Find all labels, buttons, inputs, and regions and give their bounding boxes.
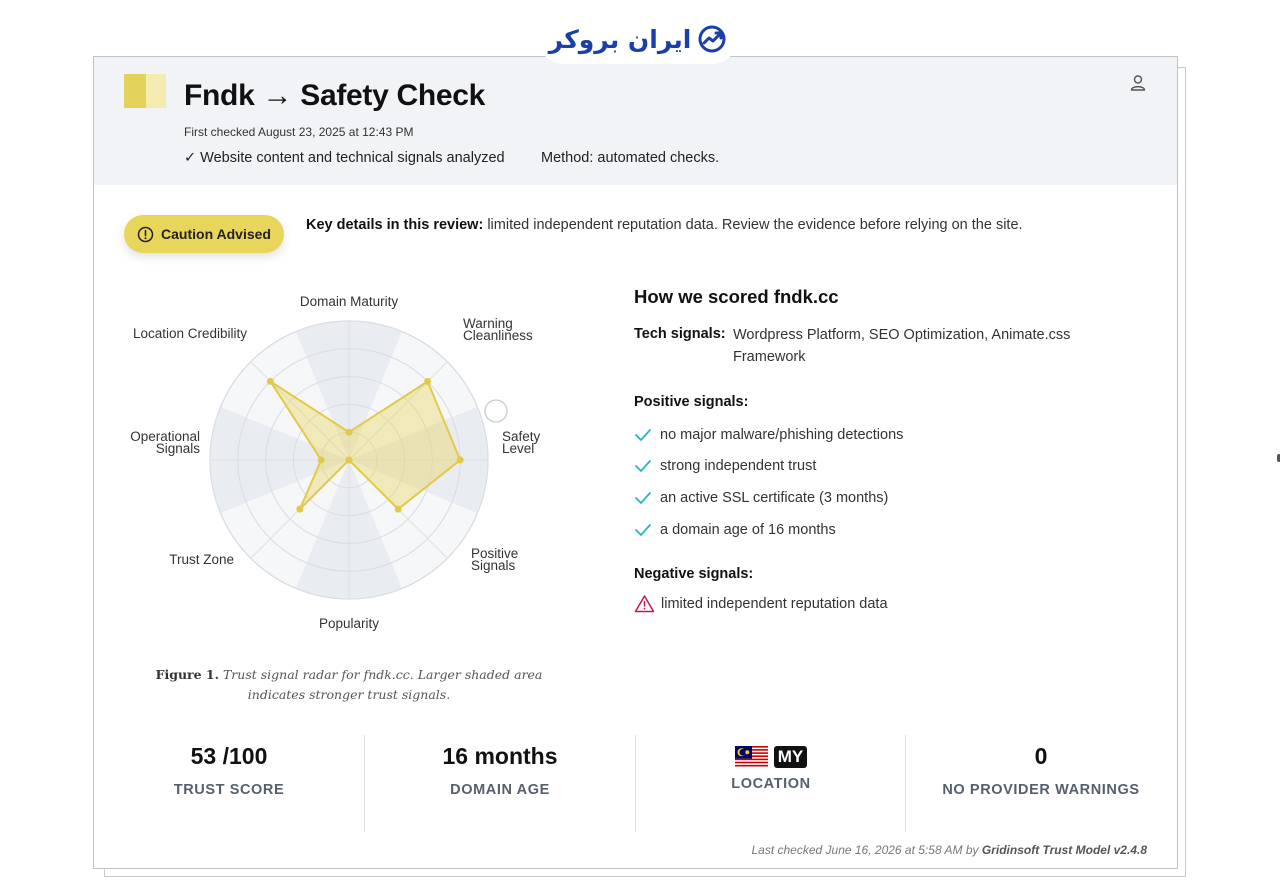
trust-score-value: 53 /100	[190, 743, 268, 769]
list-item: no major malware/phishing detections	[634, 419, 903, 451]
radar-point	[266, 377, 274, 385]
figure-caption: Figure 1. Trust signal radar for fndk.cc…	[134, 665, 564, 705]
radar-point	[345, 456, 353, 464]
radar-point	[296, 505, 304, 513]
trust-radar-chart: Domain Maturity Warning Cleanliness Safety L…	[130, 294, 541, 631]
positive-signal-text: no major malware/phishing detections	[660, 426, 904, 443]
malaysia-flag-icon	[734, 746, 768, 768]
stat-location: MY LOCATION	[636, 735, 906, 832]
list-item: a domain age of 16 months	[634, 514, 903, 546]
method-note: Method: automated checks.	[541, 150, 720, 166]
radar-axis-label: Positive Signals	[471, 546, 518, 573]
list-item: an active SSL certificate (3 months)	[634, 482, 903, 514]
user-icon[interactable]	[1128, 73, 1148, 93]
radar-hover-handle[interactable]	[484, 399, 508, 423]
key-details-text: limited independent reputation data. Rev…	[483, 217, 1023, 233]
negative-signal-text: limited independent reputation data	[661, 595, 888, 612]
radar-axis-label: Location Credibility	[133, 326, 247, 341]
scoring-title: How we scored fndk.cc	[634, 286, 839, 307]
positive-signals-label: Positive signals:	[634, 394, 749, 410]
radar-axis-label: Popularity	[319, 616, 379, 631]
radar-axis-label: Trust Zone	[169, 552, 234, 567]
last-checked-text: Last checked June 16, 2026 at 5:58 AM by	[751, 843, 982, 857]
radar-point	[317, 456, 325, 464]
brand-mark-icon	[124, 74, 166, 108]
caution-label: Caution Advised	[161, 226, 271, 242]
warning-triangle-icon	[634, 595, 655, 613]
safety-report-card: Fndk → Safety Check First checked August…	[93, 56, 1178, 869]
stat-provider-warnings: 0 NO PROVIDER WARNINGS	[906, 735, 1176, 832]
radar-axis-label: Safety Level	[502, 429, 541, 456]
page-title: Fndk → Safety Check	[184, 79, 486, 112]
check-icon	[635, 460, 651, 473]
list-item: strong independent trust	[634, 451, 903, 483]
trust-score-label: TRUST SCORE	[173, 782, 285, 798]
stat-domain-age: 16 months DOMAIN AGE	[365, 735, 635, 832]
first-checked-date: First checked August 23, 2025 at 12:43 P…	[184, 125, 414, 139]
negative-signals-label: Negative signals:	[634, 566, 754, 582]
radar-point	[394, 505, 402, 513]
tech-signals-label: Tech signals:	[634, 326, 726, 342]
figure-caption-text: Trust signal radar for fndk.cc. Larger s…	[219, 667, 543, 702]
country-code-badge: MY	[773, 746, 808, 768]
alert-circle-icon	[137, 226, 154, 242]
logo-text: ایران بروکر	[548, 24, 692, 54]
domain-age-value: 16 months	[442, 743, 558, 769]
positive-signal-text: an active SSL certificate (3 months)	[660, 489, 889, 506]
check-icon	[635, 523, 651, 536]
positive-signal-text: strong independent trust	[660, 458, 817, 475]
analysis-note: ✓ Website content and technical signals …	[184, 150, 505, 166]
radar-axis-label: Domain Maturity	[300, 294, 399, 309]
stats-row: 53 /100 TRUST SCORE 16 months DOMAIN AGE	[94, 735, 1177, 832]
positive-signals-list: no major malware/phishing detections str…	[634, 419, 903, 545]
provider-warnings-value: 0	[1034, 743, 1048, 769]
key-details: Key details in this review: limited inde…	[306, 217, 1066, 233]
radar-axis-label: Warning Cleanliness	[463, 316, 533, 343]
check-icon	[635, 428, 651, 441]
radar-point	[424, 377, 432, 385]
location-label: LOCATION	[731, 776, 811, 792]
radar-point	[456, 456, 464, 464]
stat-trust-score: 53 /100 TRUST SCORE	[94, 735, 364, 832]
check-icon	[635, 492, 651, 504]
provider-warnings-label: NO PROVIDER WARNINGS	[942, 782, 1140, 798]
list-item: limited independent reputation data	[634, 594, 888, 613]
key-details-label: Key details in this review:	[306, 217, 484, 233]
radar-point	[345, 428, 353, 436]
figure-label: Figure 1.	[155, 667, 219, 682]
trust-model-name: Gridinsoft Trust Model v2.4.8	[981, 843, 1147, 857]
domain-age-label: DOMAIN AGE	[450, 782, 550, 798]
last-checked-footer: Last checked June 16, 2026 at 5:58 AM by…	[751, 843, 1147, 857]
tech-signals-value: Wordpress Platform, SEO Optimization, An…	[733, 327, 1071, 365]
report-header: Fndk → Safety Check First checked August…	[94, 57, 1177, 185]
radar-axis-label: Operational Signals	[130, 429, 200, 456]
positive-signal-text: a domain age of 16 months	[660, 521, 836, 538]
site-logo[interactable]: ایران بروکر	[538, 14, 738, 64]
chart-trend-icon	[698, 25, 726, 53]
caution-badge: Caution Advised	[124, 215, 284, 253]
